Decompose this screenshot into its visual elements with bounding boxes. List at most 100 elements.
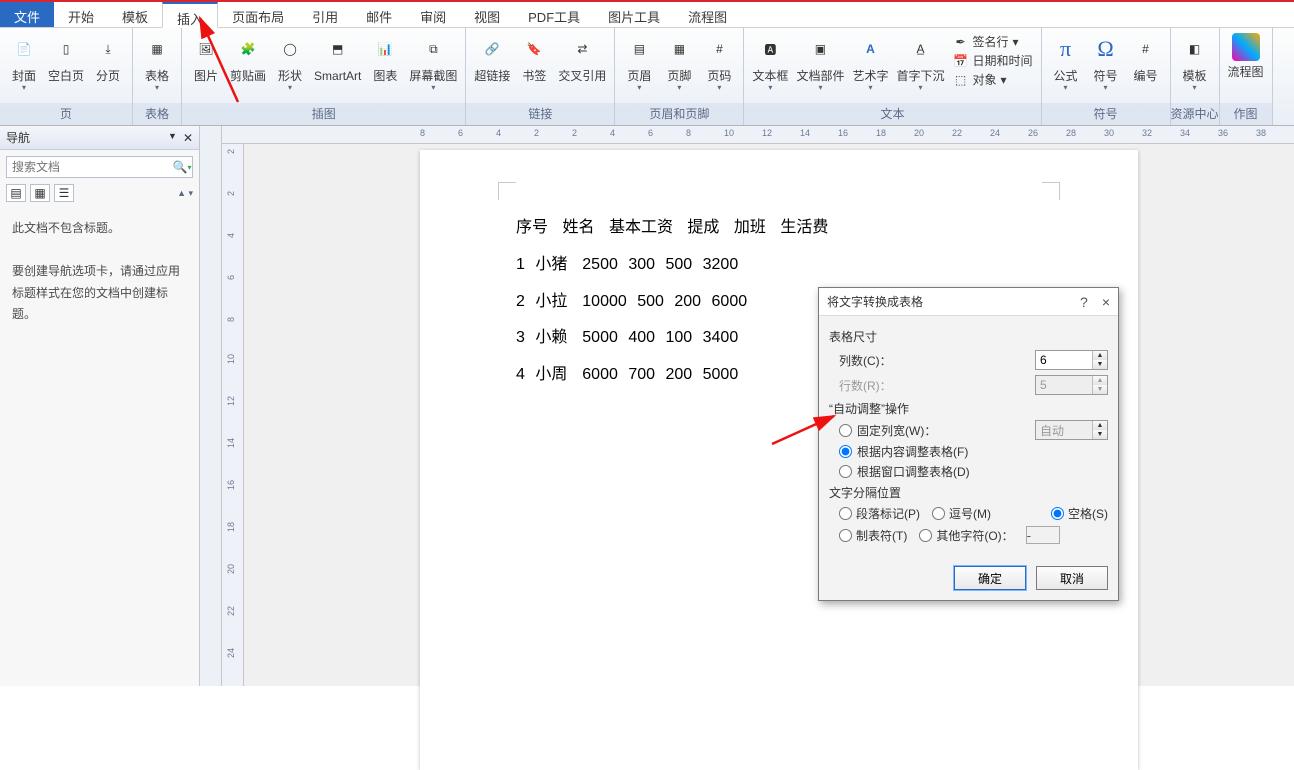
ribbon-group-headerfooter: ▤页眉▾ ▦页脚▾ #页码▾ 页眉和页脚 bbox=[615, 28, 744, 125]
section-table-size: 表格尺寸 bbox=[829, 328, 1108, 345]
table-button[interactable]: ▦表格▾ bbox=[137, 31, 177, 103]
clipart-button[interactable]: 🧩剪贴画 bbox=[226, 31, 270, 103]
tab-flowchart[interactable]: 流程图 bbox=[674, 2, 741, 27]
screenshot-button[interactable]: ⧉屏幕截图▾ bbox=[405, 31, 461, 103]
fit-window-label: 根据窗口调整表格(D) bbox=[857, 463, 970, 480]
dialog-close-icon[interactable]: × bbox=[1102, 294, 1110, 310]
crossref-button[interactable]: ⇄交叉引用 bbox=[554, 31, 610, 103]
nav-pane-body: 此文档不包含标题。 要创建导航选项卡，请通过应用标题样式在您的文档中创建标题。 bbox=[0, 208, 199, 336]
hyperlink-button[interactable]: 🔗超链接 bbox=[470, 31, 514, 103]
footer-button[interactable]: ▦页脚▾ bbox=[659, 31, 699, 103]
page-break-button[interactable]: ⤓分页 bbox=[88, 31, 128, 103]
sep-other-label: 其他字符(O)： bbox=[936, 527, 1013, 544]
smartart-button[interactable]: ⬒SmartArt bbox=[310, 31, 365, 103]
radio-fixed-width[interactable] bbox=[839, 424, 852, 437]
vertical-ruler[interactable]: 224681012141618202224 bbox=[222, 144, 244, 686]
dialog-titlebar[interactable]: 将文字转换成表格 ? × bbox=[819, 288, 1118, 316]
sep-other-input bbox=[1026, 526, 1060, 544]
tab-references[interactable]: 引用 bbox=[298, 2, 352, 27]
group-label-illustrations: 插图 bbox=[182, 103, 465, 125]
cover-page-button[interactable]: 📄封面▾ bbox=[4, 31, 44, 103]
doc-parts-button[interactable]: ▣文档部件▾ bbox=[792, 31, 848, 103]
equation-icon: π bbox=[1050, 33, 1082, 65]
header-button[interactable]: ▤页眉▾ bbox=[619, 31, 659, 103]
screenshot-icon: ⧉ bbox=[417, 33, 449, 65]
spin-down-icon: ▼ bbox=[1093, 430, 1107, 439]
nav-view-toolbar: ▤ ▦ ☰ ▲ ▾ bbox=[0, 184, 199, 208]
sep-tab-label: 制表符(T) bbox=[856, 527, 907, 544]
radio-fit-window[interactable] bbox=[839, 465, 852, 478]
nav-msg-create-headings: 要创建导航选项卡，请通过应用标题样式在您的文档中创建标题。 bbox=[12, 261, 187, 326]
signature-line-button[interactable]: ✒签名行 ▾ bbox=[952, 33, 1032, 50]
chart-icon: 📊 bbox=[369, 33, 401, 65]
radio-sep-comma[interactable] bbox=[932, 507, 945, 520]
sep-space-label: 空格(S) bbox=[1068, 505, 1108, 522]
flowchart-button[interactable]: 流程图 bbox=[1224, 31, 1268, 103]
horizontal-ruler[interactable]: 8642246810121416182022242628303234363840… bbox=[222, 126, 1294, 144]
table-row: 1 小猪 2500 300 500 3200 bbox=[516, 247, 838, 284]
tab-insert[interactable]: 插入 bbox=[162, 2, 218, 28]
picture-button[interactable]: 🖼图片 bbox=[186, 31, 226, 103]
textbox-button[interactable]: 🅰文本框▾ bbox=[748, 31, 792, 103]
equation-button[interactable]: π公式▾ bbox=[1046, 31, 1086, 103]
columns-spinner[interactable]: ▲▼ bbox=[1035, 350, 1108, 370]
templates-button[interactable]: ◧模板▾ bbox=[1175, 31, 1215, 103]
chart-button[interactable]: 📊图表 bbox=[365, 31, 405, 103]
radio-sep-space[interactable] bbox=[1051, 507, 1064, 520]
tab-templates[interactable]: 模板 bbox=[108, 2, 162, 27]
tab-view[interactable]: 视图 bbox=[460, 2, 514, 27]
symbol-icon: Ω bbox=[1090, 33, 1122, 65]
symbol-button[interactable]: Ω符号▾ bbox=[1086, 31, 1126, 103]
dropcap-button[interactable]: A̲首字下沉▾ bbox=[892, 31, 948, 103]
radio-fit-content[interactable] bbox=[839, 445, 852, 458]
cancel-button[interactable]: 取消 bbox=[1036, 566, 1108, 590]
shapes-icon: ◯ bbox=[274, 33, 306, 65]
ribbon-tabs: 文件 开始 模板 插入 页面布局 引用 邮件 审阅 视图 PDF工具 图片工具 … bbox=[0, 2, 1294, 28]
nav-close-icon[interactable]: ✕ bbox=[183, 131, 193, 145]
nav-collapse-icon[interactable]: ▲ ▾ bbox=[177, 188, 193, 199]
ribbon: 📄封面▾ ▯空白页 ⤓分页 页 ▦表格▾ 表格 🖼图片 🧩剪贴画 ◯形状▾ ⬒S… bbox=[0, 28, 1294, 126]
wordart-icon: A bbox=[854, 33, 886, 65]
radio-sep-other[interactable] bbox=[919, 529, 932, 542]
shapes-button[interactable]: ◯形状▾ bbox=[270, 31, 310, 103]
textbox-icon: 🅰 bbox=[754, 33, 786, 65]
object-button[interactable]: ⬚对象 ▾ bbox=[952, 71, 1032, 88]
fixed-width-label: 固定列宽(W)： bbox=[857, 422, 936, 439]
wordart-button[interactable]: A艺术字▾ bbox=[848, 31, 892, 103]
numbering-button[interactable]: #编号 bbox=[1126, 31, 1166, 103]
footer-icon: ▦ bbox=[663, 33, 695, 65]
radio-sep-paragraph[interactable] bbox=[839, 507, 852, 520]
bookmark-button[interactable]: 🔖书签 bbox=[514, 31, 554, 103]
section-separator: 文字分隔位置 bbox=[829, 484, 1108, 501]
tab-home[interactable]: 开始 bbox=[54, 2, 108, 27]
datetime-button[interactable]: 📅日期和时间 bbox=[952, 52, 1032, 69]
tab-file[interactable]: 文件 bbox=[0, 2, 54, 27]
search-input[interactable] bbox=[7, 157, 172, 177]
tab-pdf-tools[interactable]: PDF工具 bbox=[514, 2, 594, 27]
page-content: 序号 姓名 基本工资 提成 加班 生活费 1 小猪 2500 300 500 3… bbox=[516, 210, 838, 394]
navigation-pane: 导航 ▼ ✕ 🔍▾ ▤ ▦ ☰ ▲ ▾ 此文档不包含标题。 要创建导航选项卡，请… bbox=[0, 126, 200, 686]
tab-review[interactable]: 审阅 bbox=[406, 2, 460, 27]
sep-comma-label: 逗号(M) bbox=[949, 505, 991, 522]
convert-text-to-table-dialog: 将文字转换成表格 ? × 表格尺寸 列数(C)： ▲▼ 行数(R)： ▲▼ “自… bbox=[818, 287, 1119, 601]
radio-sep-tab[interactable] bbox=[839, 529, 852, 542]
columns-input[interactable] bbox=[1036, 353, 1092, 367]
tab-page-layout[interactable]: 页面布局 bbox=[218, 2, 298, 27]
page-number-button[interactable]: #页码▾ bbox=[699, 31, 739, 103]
nav-view-results[interactable]: ☰ bbox=[54, 184, 74, 202]
ribbon-group-page: 📄封面▾ ▯空白页 ⤓分页 页 bbox=[0, 28, 133, 125]
numbering-icon: # bbox=[1130, 33, 1162, 65]
nav-view-headings[interactable]: ▤ bbox=[6, 184, 26, 202]
spin-down-icon[interactable]: ▼ bbox=[1093, 360, 1107, 369]
ok-button[interactable]: 确定 bbox=[954, 566, 1026, 590]
tab-picture-tools[interactable]: 图片工具 bbox=[594, 2, 674, 27]
nav-dropdown-icon[interactable]: ▼ bbox=[168, 131, 177, 145]
blank-page-button[interactable]: ▯空白页 bbox=[44, 31, 88, 103]
dialog-help-icon[interactable]: ? bbox=[1080, 294, 1088, 310]
group-label-table: 表格 bbox=[133, 103, 181, 125]
tab-mailings[interactable]: 邮件 bbox=[352, 2, 406, 27]
spin-up-icon[interactable]: ▲ bbox=[1093, 351, 1107, 360]
search-icon[interactable]: 🔍▾ bbox=[172, 157, 192, 177]
nav-view-pages[interactable]: ▦ bbox=[30, 184, 50, 202]
table-row: 4 小周 6000 700 200 5000 bbox=[516, 357, 838, 394]
